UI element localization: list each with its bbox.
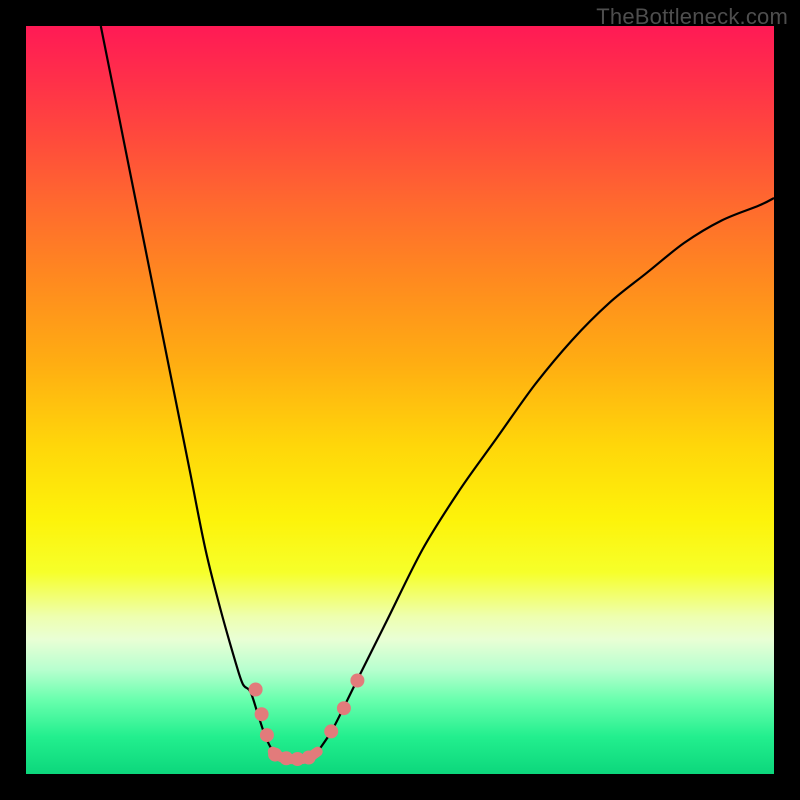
marker-dot [324,724,338,738]
outer-frame: TheBottleneck.com [0,0,800,800]
marker-dot [249,683,263,697]
marker-dot [302,751,316,765]
marker-dot [350,674,364,688]
right-branch-path [318,198,774,752]
marker-dot [260,728,274,742]
bottleneck-curve [101,26,774,759]
marker-dot [337,701,351,715]
marker-dots [249,674,365,767]
plot-area [26,26,774,774]
left-branch-path [101,26,273,752]
watermark-text: TheBottleneck.com [596,4,788,30]
marker-dot [255,707,269,721]
curve-layer [26,26,774,774]
